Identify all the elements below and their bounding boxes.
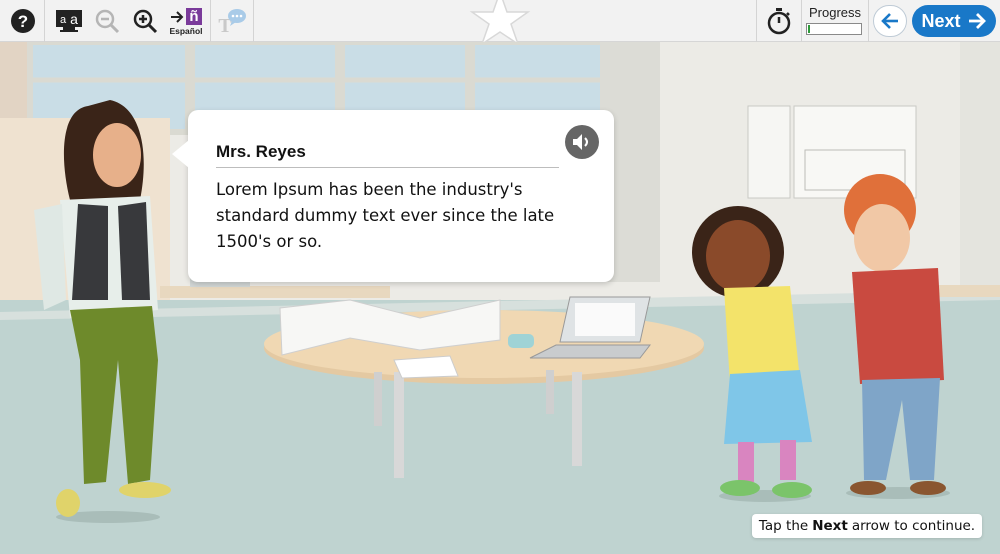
font-size-icon: a a (56, 10, 82, 32)
toolbar-divider (210, 0, 211, 42)
help-icon: ? (11, 9, 35, 33)
zoom-in-icon (133, 9, 158, 34)
continue-hint: Tap the Next arrow to continue. (752, 514, 982, 538)
speaker-name: Mrs. Reyes (216, 142, 306, 161)
arrow-right-icon (171, 10, 184, 23)
star-watermark-icon (469, 0, 531, 42)
speech-bubble-tail (172, 140, 189, 168)
arrow-right-icon (968, 13, 986, 29)
stopwatch-icon (767, 8, 791, 35)
lesson-app: ? a a ñ Español T Progress Next Tap the … (0, 0, 1000, 554)
zoom-out-button[interactable] (90, 0, 124, 42)
toolbar: ? a a ñ Español T Progress Next (0, 0, 1000, 42)
help-button[interactable]: ? (6, 0, 40, 42)
next-button[interactable]: Next (912, 5, 996, 37)
language-icon: ñ (170, 8, 202, 25)
speaker-divider (216, 167, 559, 168)
timer-button[interactable] (760, 0, 798, 42)
language-button[interactable]: ñ Español (166, 0, 206, 42)
language-label: Español (169, 26, 203, 36)
progress-bar (806, 23, 862, 35)
svg-text:a: a (60, 14, 67, 26)
svg-text:a: a (70, 11, 78, 27)
hint-prefix: Tap the (758, 518, 809, 534)
back-button[interactable] (873, 5, 907, 37)
zoom-out-icon (95, 9, 120, 34)
enye-glyph: ñ (186, 8, 202, 25)
toolbar-divider (253, 0, 254, 42)
hint-next-keyword: Next (812, 518, 848, 534)
audio-button[interactable] (565, 125, 599, 159)
hint-suffix: arrow to continue. (851, 518, 976, 534)
text-to-speech-button[interactable]: T (214, 0, 250, 42)
font-size-button[interactable]: a a (52, 0, 86, 42)
progress-indicator: Progress (806, 5, 864, 37)
progress-fill (808, 25, 811, 33)
svg-text:?: ? (18, 12, 28, 31)
toolbar-divider (44, 0, 45, 42)
arrow-left-icon (881, 13, 898, 29)
zoom-in-button[interactable] (128, 0, 162, 42)
speech-bubble: Mrs. Reyes Lorem Ipsum has been the indu… (172, 110, 614, 282)
text-speech-icon: T (218, 9, 246, 36)
speaker-audio-icon (573, 134, 588, 150)
toolbar-divider (868, 0, 869, 42)
toolbar-divider (756, 0, 757, 42)
progress-label: Progress (808, 5, 862, 20)
toolbar-divider (801, 0, 802, 42)
dialog-text: Lorem Ipsum has been the industry's stan… (216, 180, 555, 251)
next-label: Next (921, 10, 961, 31)
